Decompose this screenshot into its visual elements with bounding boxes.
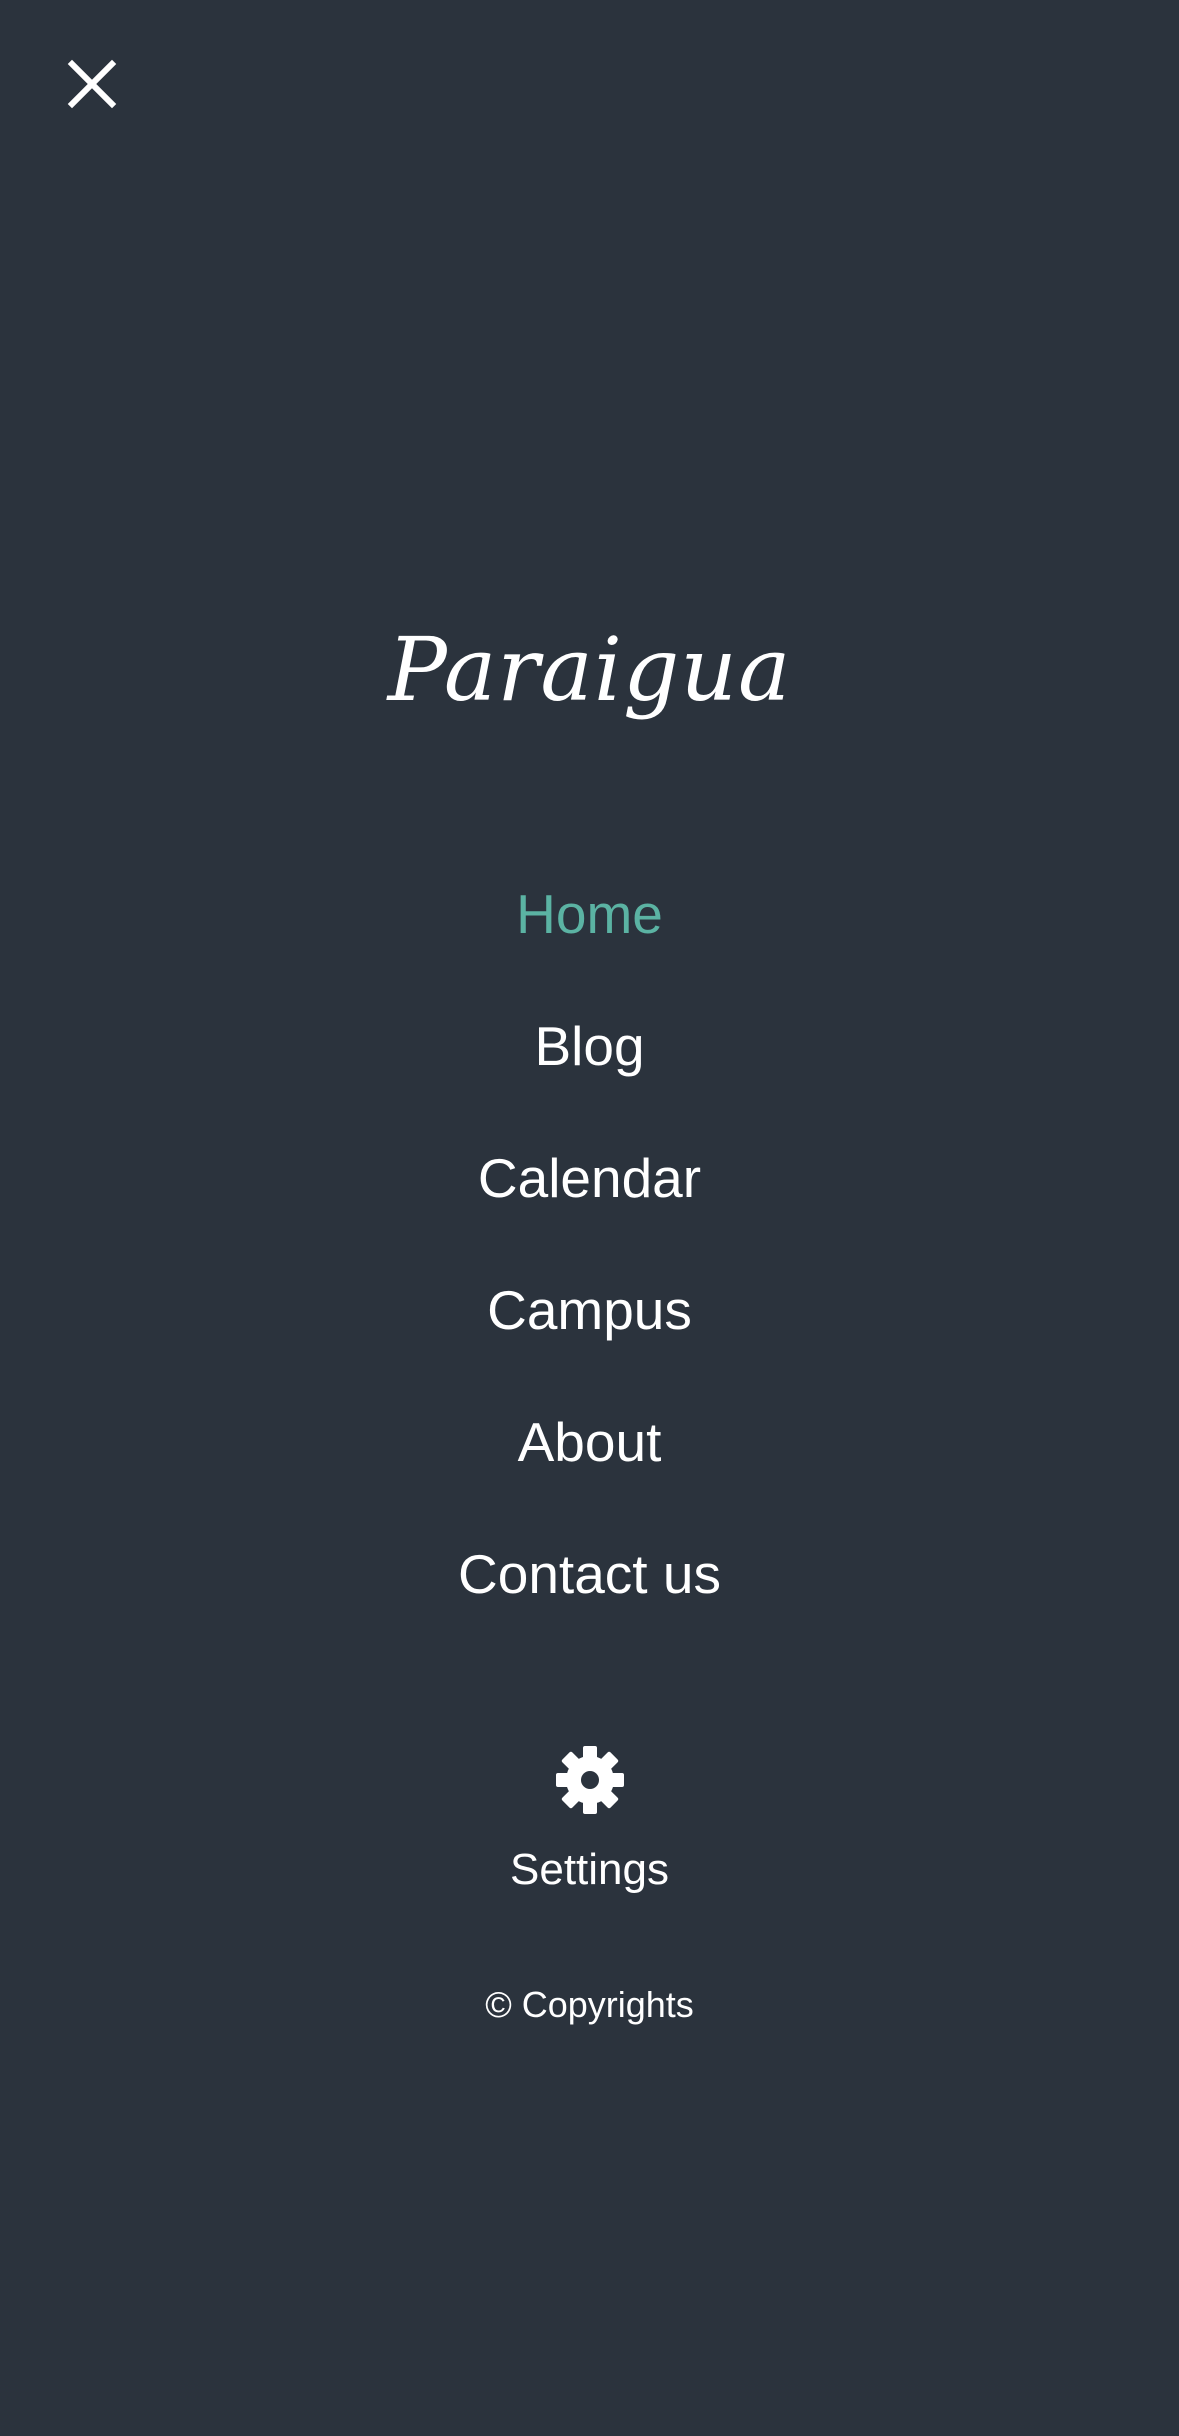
gear-icon <box>555 1746 624 1814</box>
settings-label: Settings <box>510 1845 669 1894</box>
close-icon <box>67 59 117 109</box>
nav-item-blog[interactable]: Blog <box>0 980 1179 1112</box>
nav-item-about[interactable]: About <box>0 1376 1179 1508</box>
settings-button[interactable]: Settings <box>0 1745 1179 1900</box>
nav-item-contact-us[interactable]: Contact us <box>0 1508 1179 1640</box>
close-button[interactable] <box>58 50 126 118</box>
nav-item-campus[interactable]: Campus <box>0 1244 1179 1376</box>
main-nav: Home Blog Calendar Campus About Contact … <box>0 848 1179 1640</box>
brand-logo: Paraigua <box>387 618 792 721</box>
copyright-text: © Copyrights <box>485 1984 694 2025</box>
nav-item-home[interactable]: Home <box>0 848 1179 980</box>
nav-item-calendar[interactable]: Calendar <box>0 1112 1179 1244</box>
